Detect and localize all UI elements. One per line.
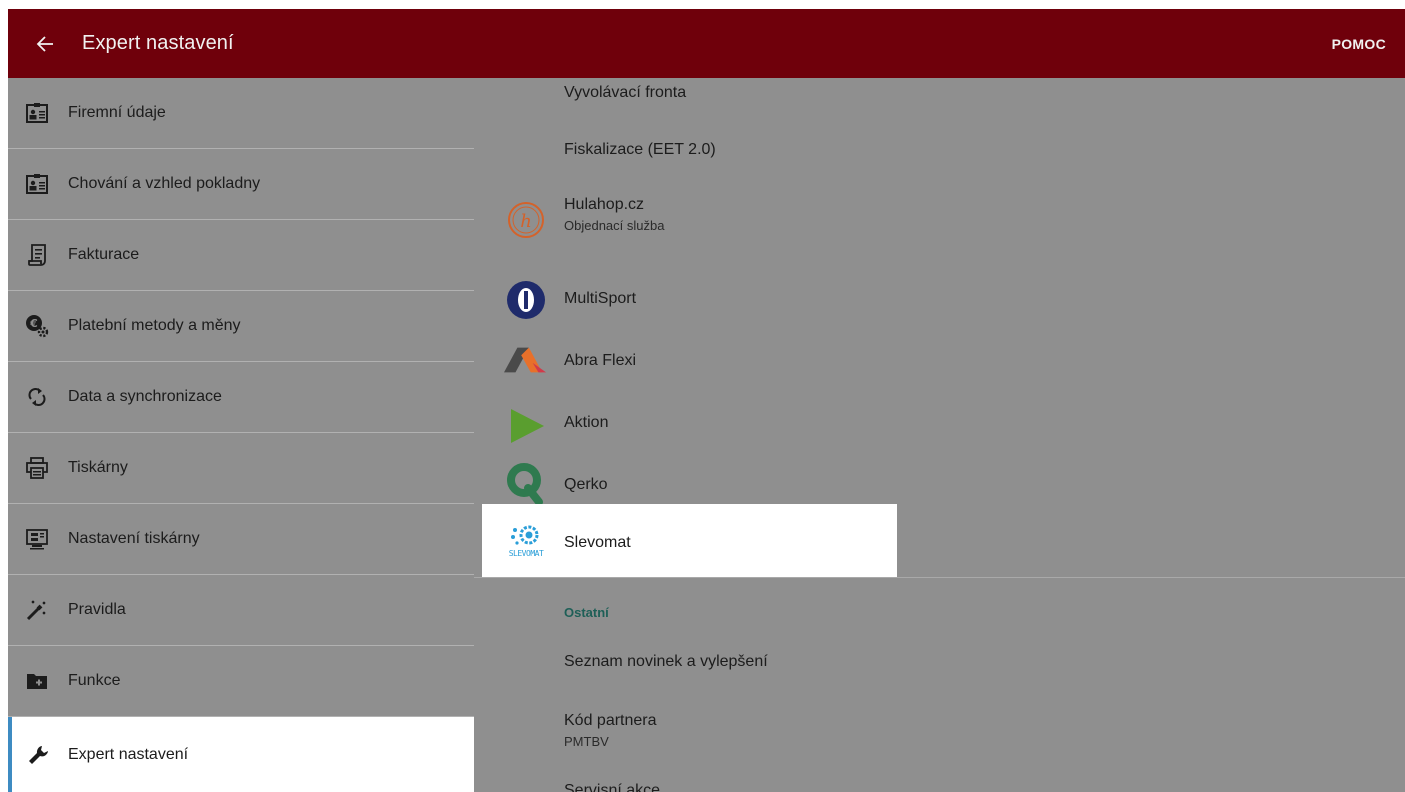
hulahop-logo: h — [504, 198, 548, 242]
sidebar-item-pravidla[interactable]: Pravidla — [8, 575, 474, 646]
list-item-title: Aktion — [564, 414, 609, 431]
sidebar-item-label: Funkce — [68, 672, 121, 689]
multisport-logo — [504, 278, 548, 322]
sync-icon — [8, 387, 66, 407]
sidebar-item-data-synchronizace[interactable]: Data a synchronizace — [8, 362, 474, 433]
id-card-icon — [8, 174, 66, 194]
help-button[interactable]: POMOC — [1332, 9, 1386, 78]
expert-settings-list: Vyvolávací fronta Fiskalizace (EET 2.0) … — [474, 78, 1405, 792]
slevomat-logo-text: SLEVOMAT — [508, 548, 544, 558]
sidebar-item-label: Pravidla — [68, 601, 126, 618]
folder-plus-icon — [8, 672, 66, 690]
sidebar-item-nastaveni-tiskarny[interactable]: Nastavení tiskárny — [8, 504, 474, 575]
currency-settings-icon: € — [8, 314, 66, 338]
list-item-vyvolavaci-fronta[interactable]: Vyvolávací fronta — [474, 78, 1405, 122]
list-item-title: Vyvolávací fronta — [564, 84, 687, 101]
app-window: Expert nastavení POMOC Firemní údaje Cho… — [8, 9, 1405, 792]
sidebar-item-tiskarny[interactable]: Tiskárny — [8, 433, 474, 504]
list-item-seznam-novinek[interactable]: Seznam novinek a vylepšení — [474, 634, 1405, 690]
sidebar-item-fakturace[interactable]: Fakturace — [8, 220, 474, 291]
svg-text:h: h — [520, 211, 532, 232]
magic-wand-icon — [8, 599, 66, 621]
sidebar-item-label: Chování a vzhled pokladny — [68, 175, 261, 192]
list-item-subtitle: PMTBV — [564, 734, 609, 749]
sidebar-item-label: Fakturace — [68, 246, 140, 263]
section-header-ostatni: Ostatní — [564, 605, 609, 620]
page-title: Expert nastavení — [82, 32, 234, 54]
list-item-kod-partnera[interactable]: Kód partnera PMTBV — [474, 696, 1405, 760]
list-item-title: MultiSport — [564, 290, 637, 307]
list-item-hulahop[interactable]: h Hulahop.cz Objednací služba — [474, 192, 1405, 254]
section-divider — [474, 577, 1405, 578]
list-item-multisport[interactable]: MultiSport — [474, 268, 1405, 332]
list-item-title: Fiskalizace (EET 2.0) — [564, 141, 716, 158]
aktion-logo — [504, 404, 548, 448]
sidebar-item-chovani-vzhled[interactable]: Chování a vzhled pokladny — [8, 149, 474, 220]
list-item-servisni-akce[interactable]: Servisní akce — [474, 768, 1405, 792]
sidebar-item-label: Tiskárny — [68, 459, 128, 476]
sidebar-item-firemni-udaje[interactable]: Firemní údaje — [8, 78, 474, 149]
list-item-abra-flexi[interactable]: Abra Flexi — [474, 332, 1405, 392]
qerko-logo — [504, 461, 548, 505]
arrow-left-icon — [36, 35, 53, 52]
svg-text:€: € — [29, 317, 38, 330]
sidebar-item-label: Firemní údaje — [68, 104, 166, 121]
list-item-title: Abra Flexi — [564, 352, 637, 369]
list-item-title: Seznam novinek a vylepšení — [564, 653, 768, 670]
list-item-title: Hulahop.cz — [564, 196, 645, 213]
sidebar-item-funkce[interactable]: Funkce — [8, 646, 474, 717]
list-item-title: Servisní akce — [564, 782, 661, 792]
top-app-bar: Expert nastavení POMOC — [8, 9, 1405, 78]
sidebar-item-label: Data a synchronizace — [68, 388, 222, 405]
list-item-subtitle: Objednací služba — [564, 218, 665, 233]
settings-sidebar: Firemní údaje Chování a vzhled pokladny … — [8, 78, 474, 792]
sidebar-item-expert-nastaveni[interactable]: Expert nastavení — [8, 717, 474, 792]
wrench-icon — [12, 744, 66, 766]
sidebar-item-label: Platební metody a měny — [68, 317, 241, 334]
list-item-title: Qerko — [564, 476, 608, 493]
list-item-aktion[interactable]: Aktion — [474, 392, 1405, 452]
sidebar-item-label: Expert nastavení — [68, 745, 189, 763]
slevomat-logo: SLEVOMAT — [504, 518, 548, 562]
back-button[interactable] — [8, 9, 82, 78]
printer-icon — [8, 457, 66, 479]
list-item-fiskalizace[interactable]: Fiskalizace (EET 2.0) — [474, 122, 1405, 182]
list-item-title: Slevomat — [564, 534, 631, 551]
list-item-title: Kód partnera — [564, 712, 657, 729]
invoice-icon — [8, 244, 66, 266]
id-card-icon — [8, 103, 66, 123]
list-item-slevomat[interactable]: SLEVOMAT Slevomat — [474, 504, 1405, 578]
abra-flexi-logo — [504, 338, 548, 382]
sidebar-item-platebni-metody[interactable]: € Platební metody a měny — [8, 291, 474, 362]
printer-settings-icon — [8, 528, 66, 550]
sidebar-item-label: Nastavení tiskárny — [68, 530, 200, 547]
